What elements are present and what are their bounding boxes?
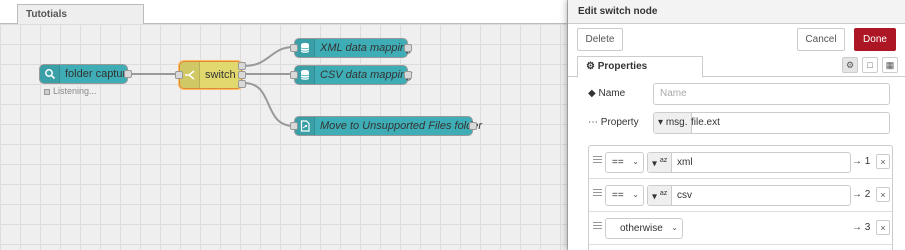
property-typed-input[interactable]: ▾ msg. file.ext <box>653 112 890 134</box>
search-icon <box>40 65 60 83</box>
value-type-select[interactable]: ▾ az <box>648 153 673 172</box>
rule-row: otherwise ⌄ → 3 × <box>589 212 892 245</box>
node-label: folder capture <box>65 68 133 80</box>
rule-row: == ⌄ ▾ az csv → 2 × <box>589 179 892 212</box>
value-type-select[interactable]: ▾ az <box>648 186 673 205</box>
switch-icon <box>180 62 200 88</box>
operator-select[interactable]: == ⌄ <box>605 152 644 173</box>
name-input[interactable]: Name <box>653 83 890 105</box>
operator-text: == <box>612 190 624 201</box>
rule-value[interactable]: csv <box>677 190 692 201</box>
settings-tab-gear-icon[interactable]: ⚙ <box>842 57 858 73</box>
move-unsupported-node[interactable]: Move to Unsupported Files folder <box>290 116 482 136</box>
xml-mapping-node[interactable]: XML data mapping <box>290 38 412 58</box>
tag-icon: ◆ <box>588 88 596 99</box>
chevron-down-icon: ⌄ <box>671 223 678 232</box>
input-port[interactable] <box>290 71 298 79</box>
input-port[interactable] <box>175 71 183 79</box>
string-type-icon: az <box>659 157 668 164</box>
output-port[interactable] <box>404 44 412 52</box>
gear-icon: ⚙ <box>586 61 595 72</box>
csv-mapping-node[interactable]: CSV data mapping <box>290 65 412 85</box>
output-port-1[interactable] <box>238 62 246 70</box>
workspace: Tutotials folder capture Listening... sw… <box>0 0 568 250</box>
output-number: → 2 <box>852 189 871 200</box>
remove-rule-icon[interactable]: × <box>876 187 890 202</box>
output-port-2[interactable] <box>238 71 246 79</box>
operator-text: == <box>612 157 624 168</box>
string-type-icon: az <box>659 190 668 197</box>
status-text: Listening... <box>53 86 97 96</box>
output-number: → 3 <box>852 222 871 233</box>
cancel-button[interactable]: Cancel <box>797 28 845 51</box>
panel-toolbar: Delete Cancel Done <box>568 24 905 54</box>
node-label: XML data mapping <box>320 42 413 54</box>
operator-select[interactable]: otherwise ⌄ <box>605 218 683 239</box>
file-icon <box>295 117 315 135</box>
description-tab-icon[interactable]: □ <box>862 57 878 73</box>
node-label: Move to Unsupported Files folder <box>320 120 483 132</box>
chevron-down-icon: ⌄ <box>632 190 639 199</box>
output-number: → 1 <box>852 156 871 167</box>
switch-node[interactable]: switch <box>175 61 246 89</box>
delete-button[interactable]: Delete <box>577 28 623 51</box>
panel-tabs: ⚙ Properties ⚙ □ ▦ <box>568 54 905 78</box>
drag-handle-icon[interactable] <box>593 222 602 231</box>
status-dot-icon <box>44 88 50 95</box>
name-label-text: Name <box>598 88 626 99</box>
input-port[interactable] <box>290 44 298 52</box>
database-icon <box>295 66 315 84</box>
rule-value-input[interactable]: ▾ az csv <box>647 185 851 206</box>
property-label: ⋯ Property <box>588 117 639 128</box>
output-port[interactable] <box>404 71 412 79</box>
chevron-down-icon: ⌄ <box>632 157 639 166</box>
property-type-select[interactable]: ▾ msg. <box>654 113 693 133</box>
property-value[interactable]: file.ext <box>691 117 720 128</box>
node-label: switch <box>205 69 236 81</box>
property-type-text: msg. <box>665 117 688 128</box>
name-label: ◆ Name <box>588 88 625 99</box>
operator-text: otherwise <box>620 223 663 234</box>
output-port[interactable] <box>469 122 477 130</box>
ellipsis-icon: ⋯ <box>588 117 598 128</box>
appearance-tab-icon[interactable]: ▦ <box>882 57 898 73</box>
node-status: Listening... <box>44 86 97 96</box>
tab-properties[interactable]: ⚙ Properties <box>577 56 703 78</box>
database-icon <box>295 39 315 57</box>
remove-rule-icon[interactable]: × <box>876 154 890 169</box>
output-port[interactable] <box>124 70 132 78</box>
drag-handle-icon[interactable] <box>593 189 602 198</box>
property-label-text: Property <box>600 117 639 128</box>
tab-label: Properties <box>597 61 648 72</box>
rule-row: == ⌄ ▾ az xml → 1 × <box>589 146 892 179</box>
input-port[interactable] <box>290 122 298 130</box>
operator-select[interactable]: == ⌄ <box>605 185 644 206</box>
folder-capture-node[interactable]: folder capture <box>39 64 132 84</box>
rule-value[interactable]: xml <box>677 157 693 168</box>
panel-title: Edit switch node <box>568 0 905 24</box>
rules-list: == ⌄ ▾ az xml → 1 × == ⌄ ▾ az csv → 2 × ot… <box>588 145 893 250</box>
drag-handle-icon[interactable] <box>593 156 602 165</box>
node-label: CSV data mapping <box>320 69 413 81</box>
flow-wires <box>132 46 295 127</box>
remove-rule-icon[interactable]: × <box>876 220 890 235</box>
output-port-3[interactable] <box>238 80 246 88</box>
rule-value-input[interactable]: ▾ az xml <box>647 152 851 173</box>
done-button[interactable]: Done <box>854 28 896 51</box>
